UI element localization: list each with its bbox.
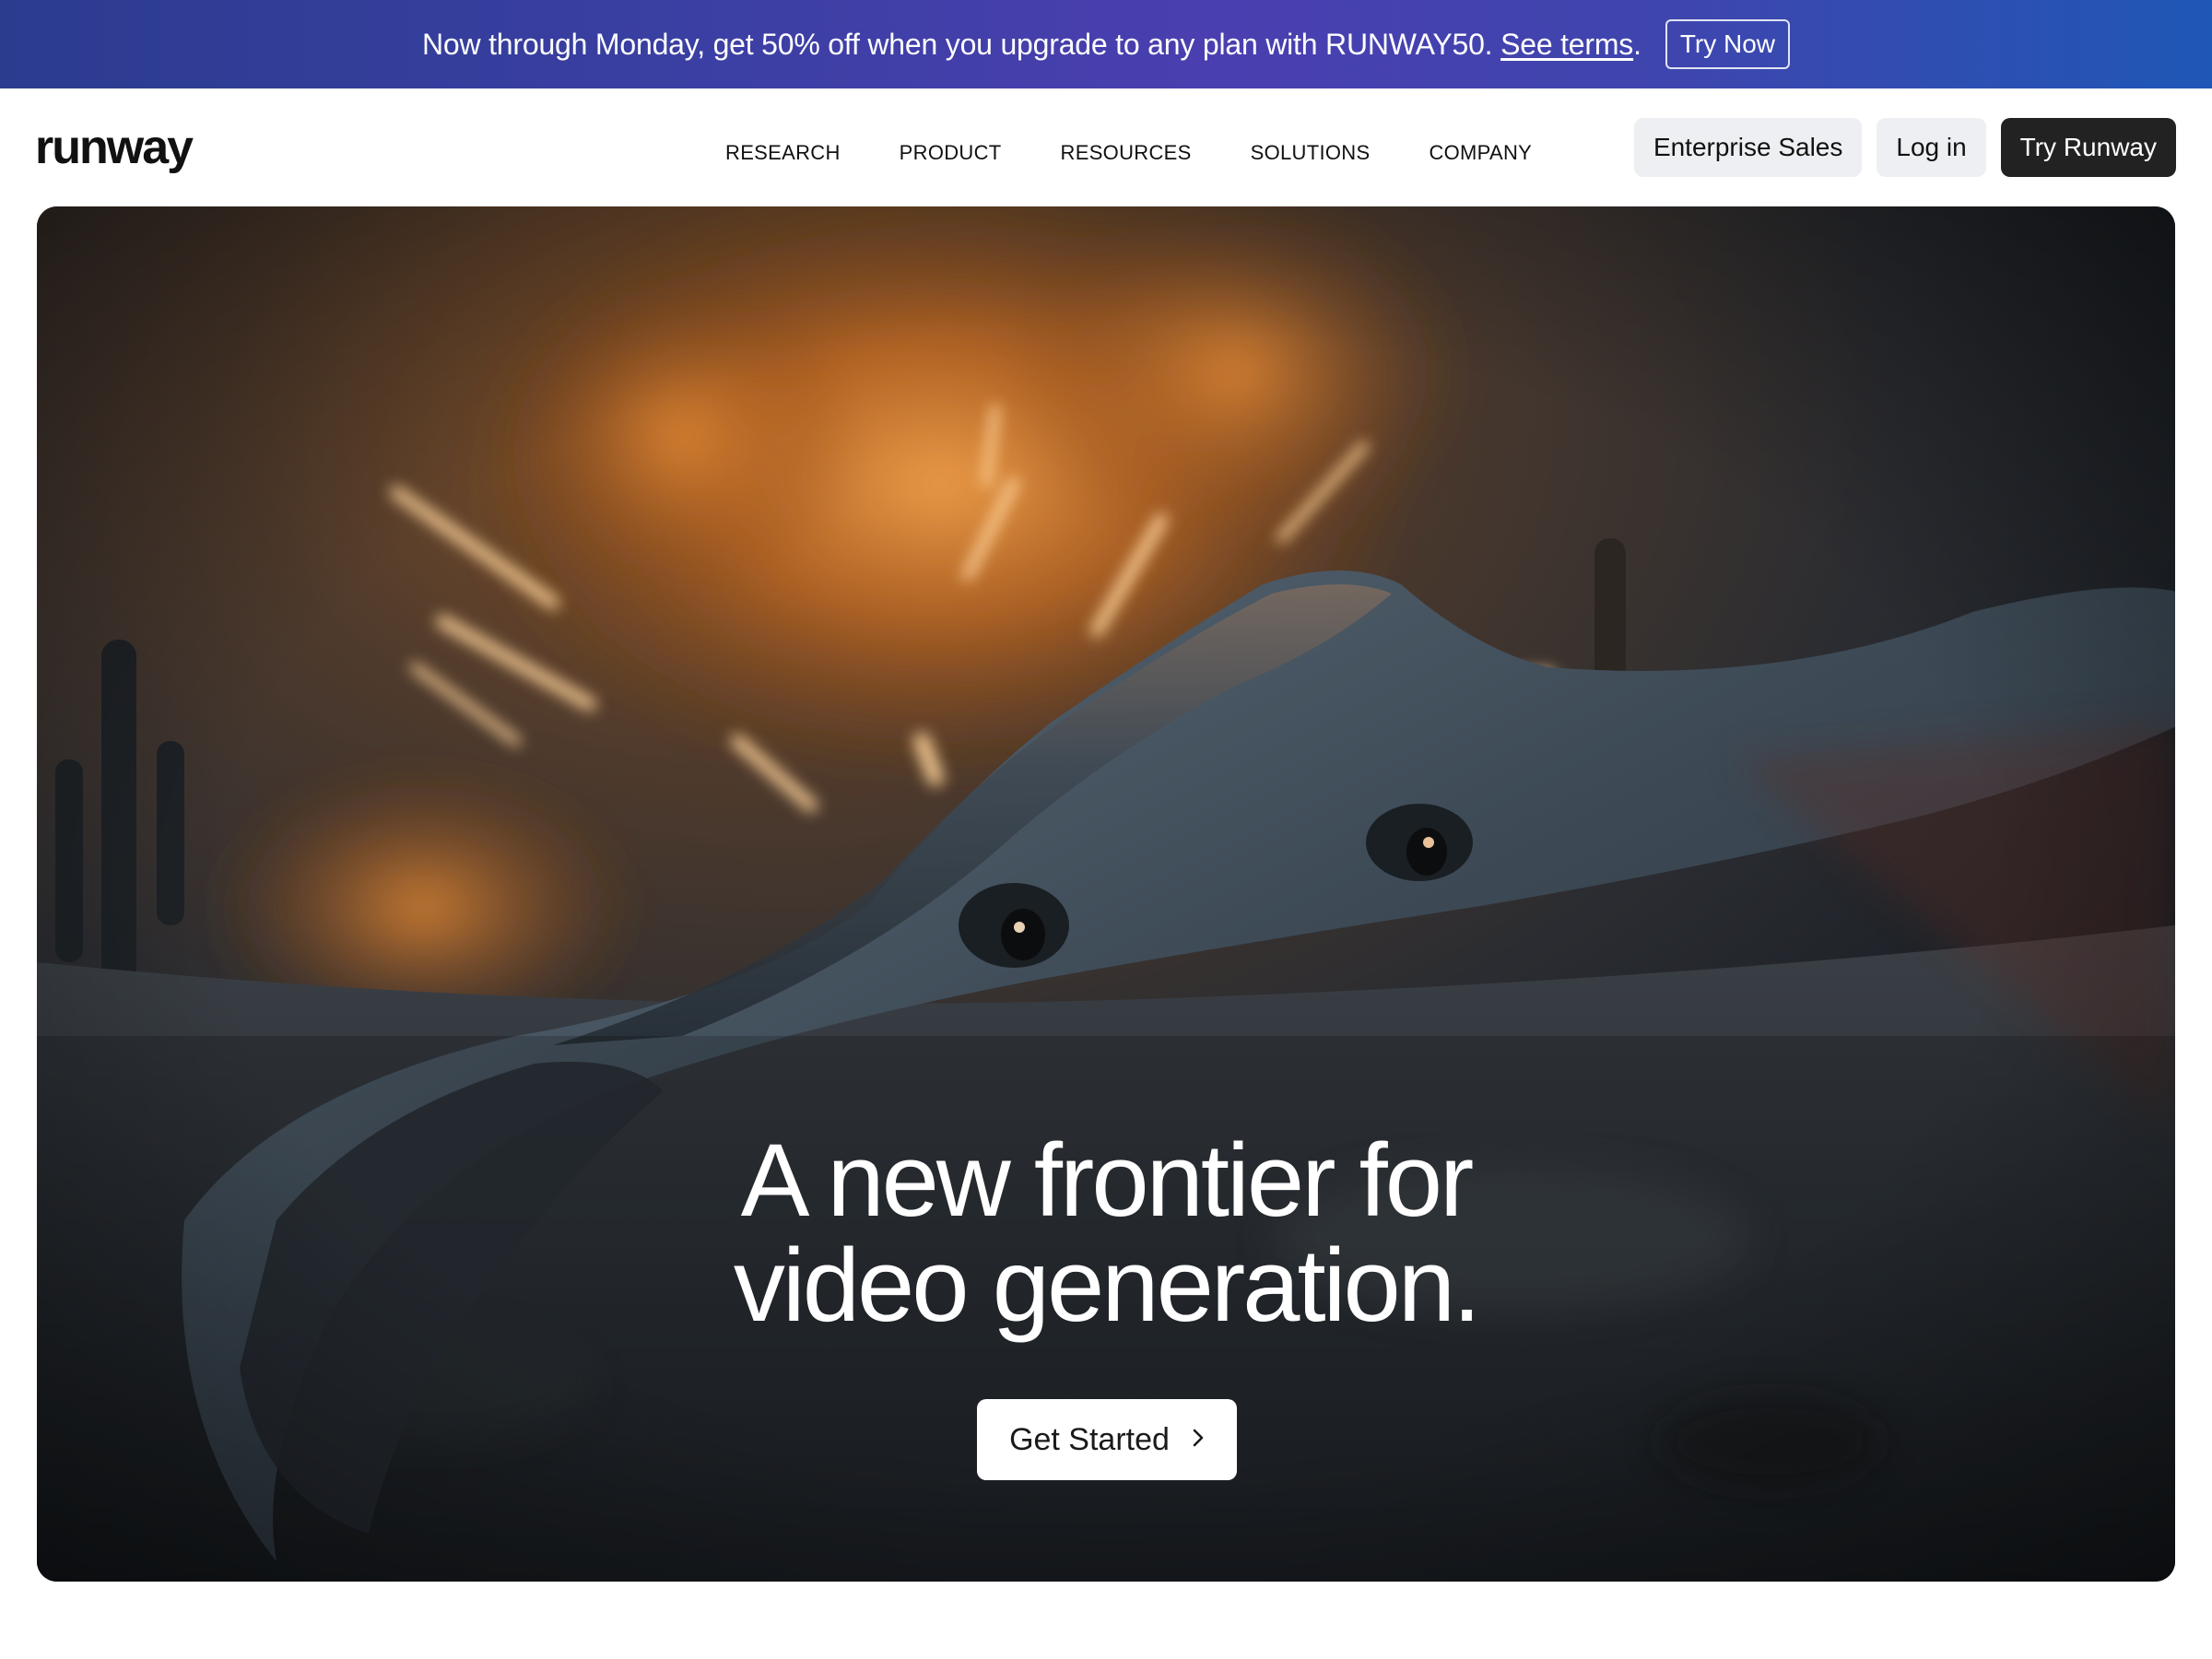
site-header: runway RESEARCH PRODUCT RESOURCES SOLUTI… [0,88,2212,206]
try-runway-button[interactable]: Try Runway [2000,118,2176,177]
get-started-label: Get Started [1009,1421,1170,1457]
nav-resources[interactable]: RESOURCES [1061,141,1192,165]
promo-banner: Now through Monday, get 50% off when you… [0,0,2212,88]
headline-line-1: A new frontier for [740,1123,1475,1238]
see-terms-link[interactable]: See terms [1500,28,1633,61]
hero-section: A new frontier for video generation. Get… [37,206,2175,1582]
get-started-button[interactable]: Get Started [977,1399,1237,1480]
chevron-right-icon [1192,1426,1205,1453]
log-in-button[interactable]: Log in [1877,118,1986,177]
headline-line-2: video generation. [733,1228,1481,1343]
promo-text: Now through Monday, get 50% off when you… [422,28,1641,62]
promo-message: Now through Monday, get 50% off when you… [422,27,1501,61]
hero-headline: A new frontier for video generation. [37,1128,2175,1338]
hero-video-frame [37,206,2175,1582]
promo-suffix: . [1633,27,1641,61]
try-now-button[interactable]: Try Now [1665,19,1790,69]
nav-product[interactable]: PRODUCT [900,141,1002,165]
nav-solutions[interactable]: SOLUTIONS [1251,141,1371,165]
nav-company[interactable]: COMPANY [1429,141,1532,165]
main-nav: RESEARCH PRODUCT RESOURCES SOLUTIONS COM… [725,141,1532,165]
nav-research[interactable]: RESEARCH [725,141,841,165]
header-actions: Enterprise Sales Log in Try Runway [1633,118,2176,177]
runway-logo[interactable]: runway [35,120,194,175]
enterprise-sales-button[interactable]: Enterprise Sales [1633,118,1863,177]
